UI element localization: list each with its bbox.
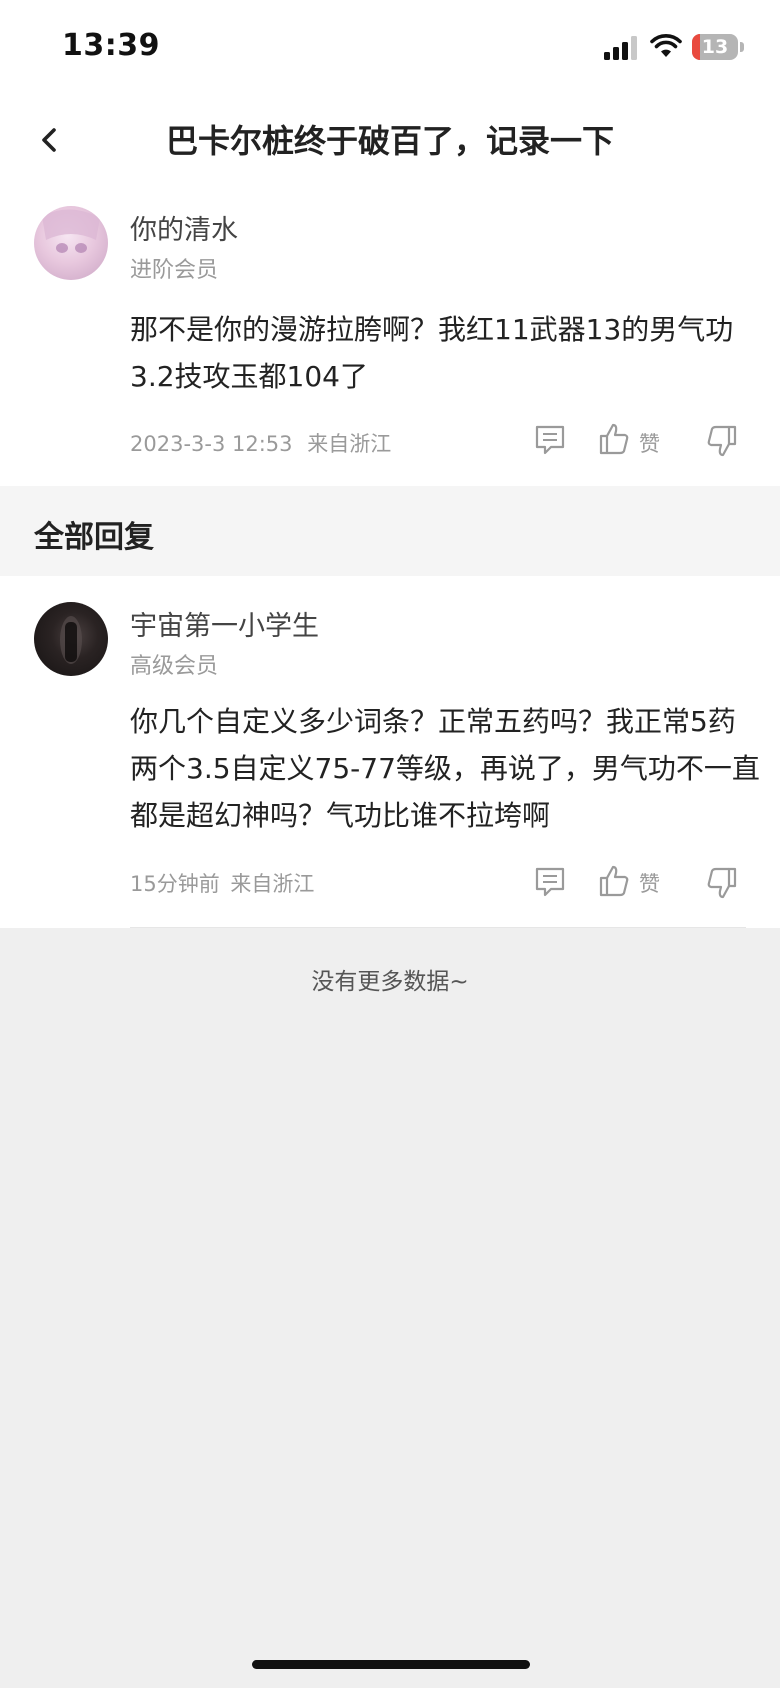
reply-location: 来自浙江 [230,872,315,896]
battery-icon: 13 [692,34,744,60]
thumbs-up-icon[interactable] [598,864,630,898]
thumbs-up-icon[interactable] [598,422,630,456]
avatar[interactable] [34,206,108,280]
status-time: 13:39 [62,28,160,63]
page-title: 巴卡尔桩终于破百了，记录一下 [165,122,614,160]
thumbs-down-icon[interactable] [706,424,738,458]
like-label[interactable]: 赞 [639,868,660,898]
member-level: 高级会员 [130,654,219,679]
no-more-data: 没有更多数据~ [311,969,469,995]
username[interactable]: 宇宙第一小学生 [130,604,319,643]
comment-icon[interactable] [534,424,566,456]
wifi-icon [650,34,682,57]
thumbs-down-icon[interactable] [706,866,738,900]
reply-timestamp: 15分钟前 [130,872,220,896]
nav-bar: 巴卡尔桩终于破百了，记录一下 [0,96,780,186]
battery-level: 13 [701,36,729,58]
comment-timestamp: 2023-3-3 12:53 [130,432,293,456]
replies-section-header: 全部回复 [0,486,780,576]
comment-content: 那不是你的漫游拉胯啊？我红11武器13的男气功3.2技攻玉都104了 [130,313,734,393]
status-bar: 13:39 13 [0,0,780,96]
signal-icon [604,36,637,60]
username[interactable]: 你的清水 [130,208,238,247]
comment-meta: 2023-3-3 12:53 来自浙江 [130,428,391,458]
comment-location: 来自浙江 [307,432,392,456]
reply-meta: 15分钟前 来自浙江 [130,868,314,898]
home-indicator[interactable] [252,1660,530,1669]
section-title: 全部回复 [34,520,154,555]
comment-icon[interactable] [534,866,566,898]
main-comment: 你的清水 进阶会员 那不是你的漫游拉胯啊？我红11武器13的男气功3.2技攻玉都… [0,186,780,486]
reply-item: 宇宙第一小学生 高级会员 你几个自定义多少词条？正常五药吗？我正常5药两个3.5… [0,576,780,928]
divider [130,927,746,928]
reply-content: 你几个自定义多少词条？正常五药吗？我正常5药两个3.5自定义75-77等级，再说… [130,705,760,832]
avatar[interactable] [34,602,108,676]
like-label[interactable]: 赞 [639,428,660,458]
member-level: 进阶会员 [130,258,219,283]
